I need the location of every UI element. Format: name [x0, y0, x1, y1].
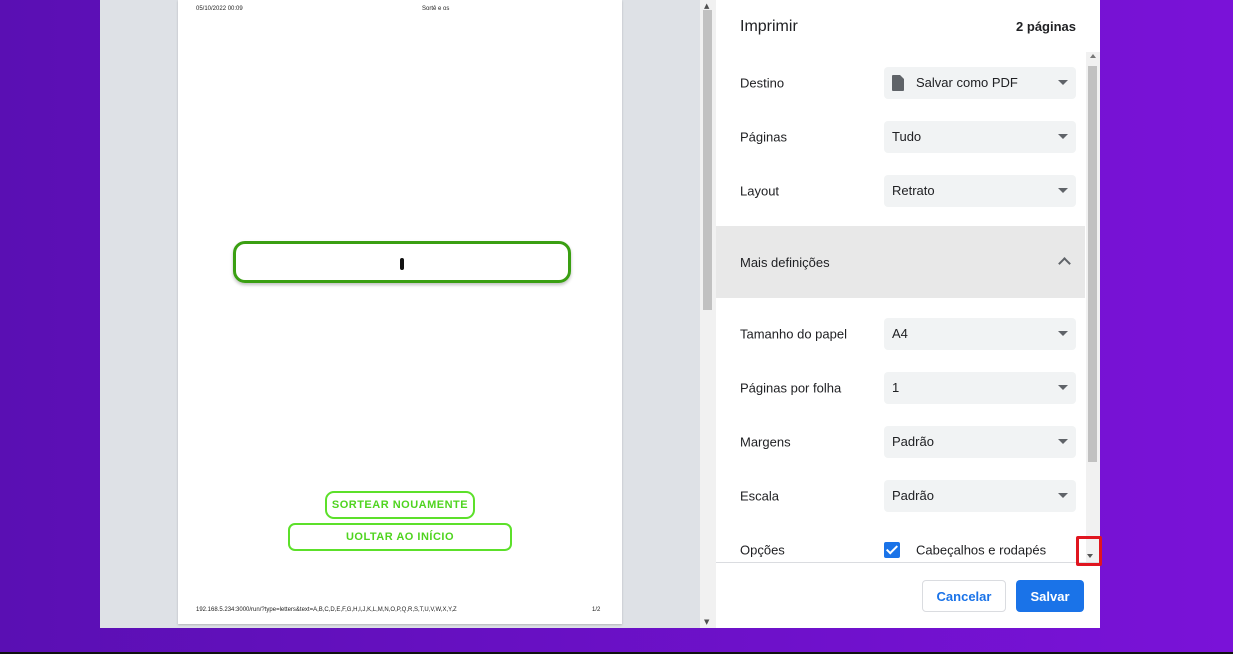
chevron-down-icon — [1058, 188, 1068, 193]
paper-size-select[interactable]: A4 — [884, 318, 1076, 350]
pages-per-sheet-value: 1 — [892, 380, 900, 395]
letter-mark — [400, 258, 404, 270]
save-button[interactable]: Salvar — [1016, 580, 1084, 612]
layout-value: Retrato — [892, 183, 935, 198]
margins-select[interactable]: Padrão — [884, 426, 1076, 458]
preview-back-home-button: UOLTAR AO INÍCIO — [288, 523, 512, 551]
pages-label: Páginas — [740, 129, 787, 145]
pages-per-sheet-select[interactable]: 1 — [884, 372, 1076, 404]
dialog-title: Imprimir — [740, 18, 798, 35]
scroll-down-icon[interactable] — [1087, 554, 1093, 558]
page-footer-url: 192.168.5.234:3000/run/?type=letters&tex… — [196, 607, 457, 613]
scroll-up-icon[interactable] — [1090, 54, 1096, 58]
paper-size-row: Tamanho do papel A4 — [716, 307, 1086, 361]
scroll-down-icon[interactable]: ▼ — [704, 618, 709, 626]
chevron-down-icon — [1058, 439, 1068, 444]
chevron-down-icon — [1058, 134, 1068, 139]
chevron-down-icon — [1058, 331, 1068, 336]
preview-draw-again-button: SORTEAR NOUAMENTE — [325, 491, 475, 519]
pages-select[interactable]: Tudo — [884, 121, 1076, 153]
scroll-down-highlight[interactable] — [1076, 536, 1102, 566]
paper-size-label: Tamanho do papel — [740, 326, 847, 342]
preview-scroll-thumb[interactable] — [703, 10, 712, 310]
pages-value: Tudo — [892, 129, 922, 144]
preview-scrollbar[interactable]: ▲ ▼ — [700, 0, 716, 628]
options-label: Opções — [740, 542, 785, 558]
margins-value: Padrão — [892, 434, 934, 449]
more-settings-toggle[interactable]: Mais definições — [716, 226, 1085, 298]
chevron-down-icon — [1058, 80, 1068, 85]
destination-label: Destino — [740, 75, 785, 91]
scale-label: Escala — [740, 488, 780, 504]
page-header-date: 05/10/2022 00:09 — [196, 6, 243, 12]
chevron-down-icon — [1058, 493, 1068, 498]
pages-per-sheet-row: Páginas por folha 1 — [716, 361, 1086, 415]
print-preview-area: 05/10/2022 00:09 Sortê e os SORTEAR NOUA… — [100, 0, 716, 628]
destination-select[interactable]: Salvar como PDF — [884, 67, 1076, 99]
paper-size-value: A4 — [892, 326, 908, 341]
chevron-up-icon — [1058, 257, 1071, 270]
margins-label: Margens — [740, 434, 791, 450]
preview-page: 05/10/2022 00:09 Sortê e os SORTEAR NOUA… — [178, 0, 622, 624]
layout-label: Layout — [740, 183, 780, 199]
options-row: Opções Cabeçalhos e rodapés — [716, 523, 1086, 577]
preview-letter-box — [233, 241, 571, 283]
print-dialog: 05/10/2022 00:09 Sortê e os SORTEAR NOUA… — [100, 0, 1100, 628]
headers-footers-label[interactable]: Cabeçalhos e rodapés — [916, 543, 1046, 558]
chevron-down-icon — [1058, 385, 1068, 390]
scroll-up-icon[interactable]: ▲ — [704, 2, 709, 10]
scale-value: Padrão — [892, 488, 934, 503]
layout-row: Layout Retrato — [716, 164, 1086, 218]
print-settings-panel: Imprimir 2 páginas Destino Salvar como P… — [716, 0, 1100, 628]
layout-select[interactable]: Retrato — [884, 175, 1076, 207]
destination-value: Salvar como PDF — [916, 75, 1018, 90]
page-header-title: Sortê e os — [422, 6, 450, 12]
footer-divider — [716, 562, 1100, 563]
pages-per-sheet-label: Páginas por folha — [740, 380, 842, 396]
file-icon — [892, 75, 904, 91]
page-footer-number: 1/2 — [592, 607, 601, 613]
pages-row: Páginas Tudo — [716, 110, 1086, 164]
settings-scroll-thumb[interactable] — [1088, 66, 1097, 462]
margins-row: Margens Padrão — [716, 415, 1086, 469]
settings-scrollbar[interactable] — [1086, 52, 1100, 562]
destination-row: Destino Salvar como PDF — [716, 56, 1086, 110]
more-settings-label: Mais definições — [740, 255, 830, 270]
headers-footers-checkbox[interactable] — [884, 542, 900, 558]
page-count: 2 páginas — [1016, 19, 1076, 34]
cancel-button[interactable]: Cancelar — [922, 580, 1006, 612]
scale-select[interactable]: Padrão — [884, 480, 1076, 512]
scale-row: Escala Padrão — [716, 469, 1086, 523]
